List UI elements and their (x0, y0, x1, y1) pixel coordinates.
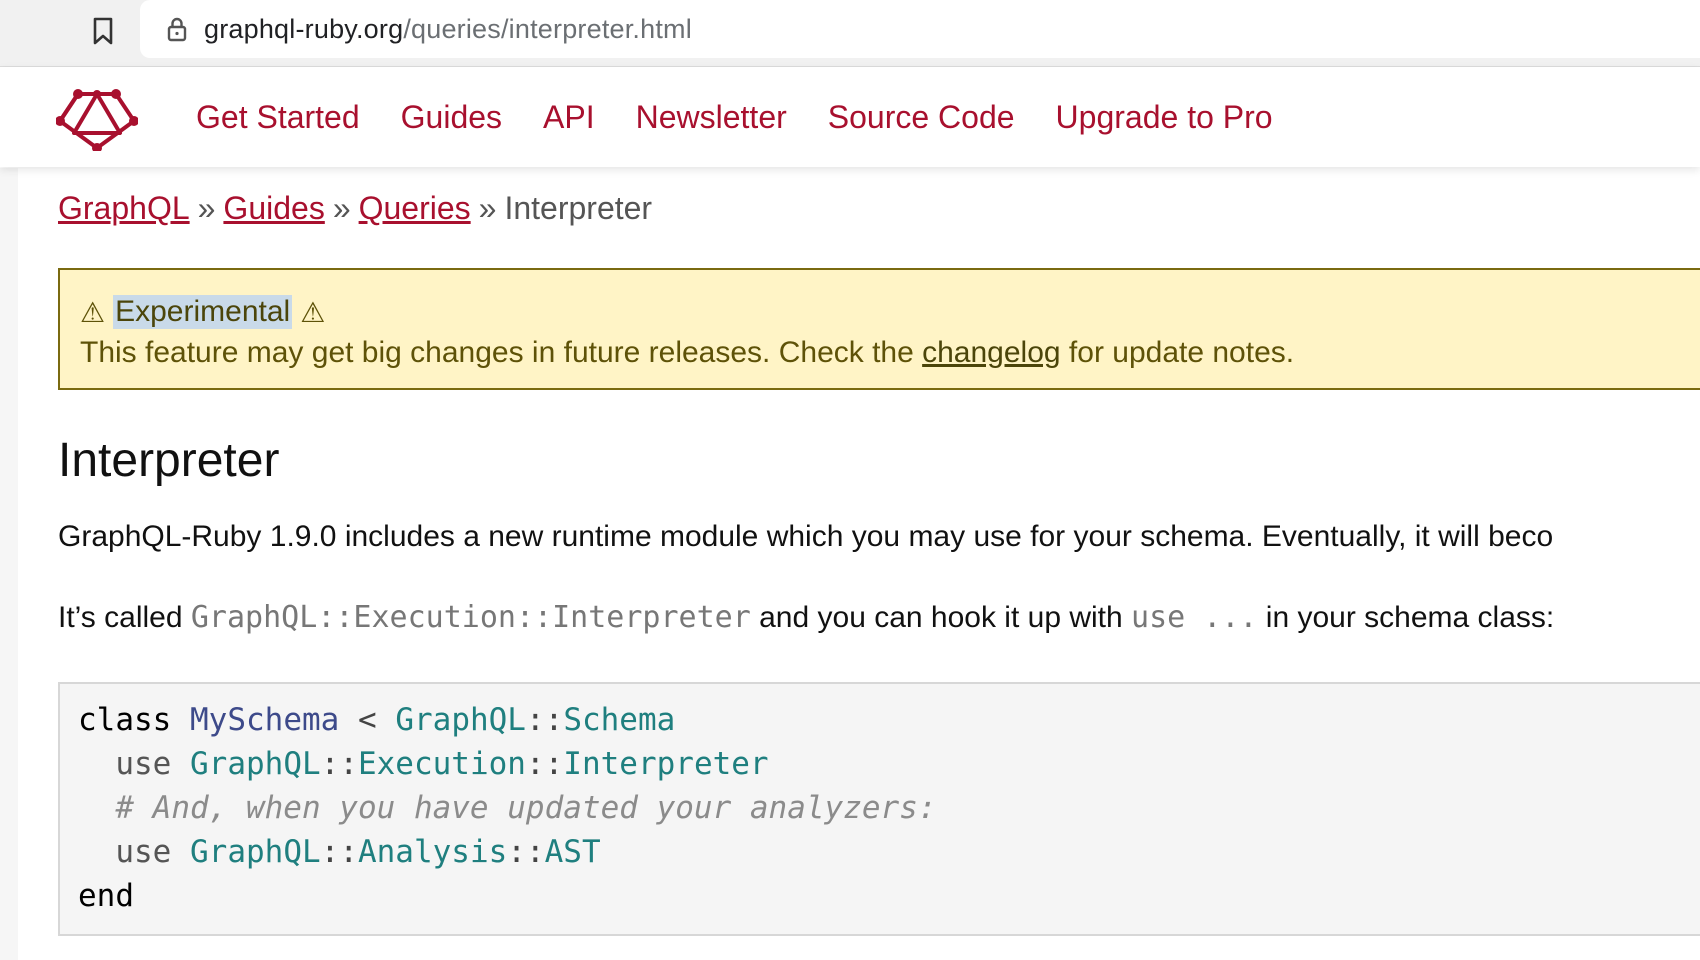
code-line: use GraphQL::Execution::Interpreter (78, 742, 1700, 786)
breadcrumb-current: Interpreter (504, 190, 653, 226)
code-scope: :: (320, 834, 358, 870)
intro-paragraph: GraphQL-Ruby 1.9.0 includes a new runtim… (58, 520, 1554, 553)
code-method: use (115, 834, 172, 870)
nav-api[interactable]: API (543, 99, 595, 136)
code-constant: Schema (563, 702, 676, 738)
url-text[interactable]: graphql-ruby.org/queries/interpreter.htm… (204, 14, 692, 45)
code-line: class MySchema < GraphQL::Schema (78, 698, 1700, 742)
inline-code-use: use ... (1131, 600, 1258, 635)
nav-guides[interactable]: Guides (401, 99, 502, 136)
code-constant: Analysis (357, 834, 508, 870)
code-constant: Interpreter (563, 746, 769, 782)
breadcrumb-graphql[interactable]: GraphQL (58, 190, 190, 226)
callout-text-after: for update notes. (1060, 336, 1295, 369)
code-scope: :: (507, 834, 545, 870)
usage-text-2: and you can hook it up with (750, 601, 1132, 634)
code-constant: GraphQL (190, 834, 321, 870)
browser-toolbar: graphql-ruby.org/queries/interpreter.htm… (0, 0, 1700, 67)
code-class-name: MySchema (190, 702, 340, 738)
callout-title: Experimental (113, 295, 293, 329)
url-path: /queries/interpreter.html (403, 13, 692, 44)
code-line: end (78, 874, 1700, 918)
code-method: use (115, 746, 172, 782)
usage-text-1: It’s called (58, 601, 191, 634)
callout-text: This feature may get big changes in futu… (80, 336, 1700, 370)
code-constant: GraphQL (395, 702, 526, 738)
nav-source-code[interactable]: Source Code (828, 99, 1015, 136)
breadcrumb-separator: » (197, 190, 216, 226)
breadcrumb-separator: » (478, 190, 497, 226)
site-header: Get Started Guides API Newsletter Source… (0, 67, 1700, 167)
graphql-logo-icon[interactable] (55, 85, 139, 153)
usage-text-3: in your schema class: (1257, 601, 1555, 634)
code-constant: Execution (357, 746, 526, 782)
breadcrumb-queries[interactable]: Queries (359, 190, 471, 226)
code-comment: # And, when you have updated your analyz… (115, 790, 937, 826)
breadcrumb-guides[interactable]: Guides (223, 190, 324, 226)
page-left-margin (0, 168, 18, 960)
callout-text-before: This feature may get big changes in futu… (80, 336, 923, 369)
code-scope: :: (525, 702, 564, 738)
code-scope: :: (525, 746, 564, 782)
address-bar[interactable]: graphql-ruby.org/queries/interpreter.htm… (140, 0, 1700, 58)
bookmark-icon[interactable] (88, 14, 118, 48)
url-host: graphql-ruby.org (204, 13, 404, 44)
code-scope: :: (320, 746, 358, 782)
usage-paragraph: It’s called GraphQL::Execution::Interpre… (58, 600, 1554, 635)
code-keyword: class (78, 702, 172, 738)
code-block[interactable]: class MySchema < GraphQL::Schema use Gra… (58, 682, 1700, 936)
nav-newsletter[interactable]: Newsletter (636, 99, 787, 136)
experimental-callout: ⚠ Experimental ⚠ This feature may get bi… (58, 268, 1700, 390)
breadcrumb-separator: » (332, 190, 351, 226)
code-keyword: end (78, 878, 134, 914)
breadcrumb: GraphQL» Guides» Queries» Interpreter (58, 190, 652, 227)
code-line: # And, when you have updated your analyz… (78, 786, 1700, 830)
code-operator: < (357, 702, 377, 738)
code-line: use GraphQL::Analysis::AST (78, 830, 1700, 874)
nav-get-started[interactable]: Get Started (196, 99, 360, 136)
warning-icon: ⚠ (300, 296, 326, 328)
main-nav: Get Started Guides API Newsletter Source… (196, 67, 1314, 167)
lock-icon[interactable] (164, 14, 190, 44)
warning-icon: ⚠ (80, 296, 106, 328)
changelog-link[interactable]: changelog (922, 336, 1060, 369)
nav-upgrade-to-pro[interactable]: Upgrade to Pro (1056, 99, 1273, 136)
page-title: Interpreter (58, 434, 280, 487)
code-constant: GraphQL (190, 746, 321, 782)
code-constant: AST (544, 834, 601, 870)
inline-code-interpreter: GraphQL::Execution::Interpreter (190, 600, 751, 635)
